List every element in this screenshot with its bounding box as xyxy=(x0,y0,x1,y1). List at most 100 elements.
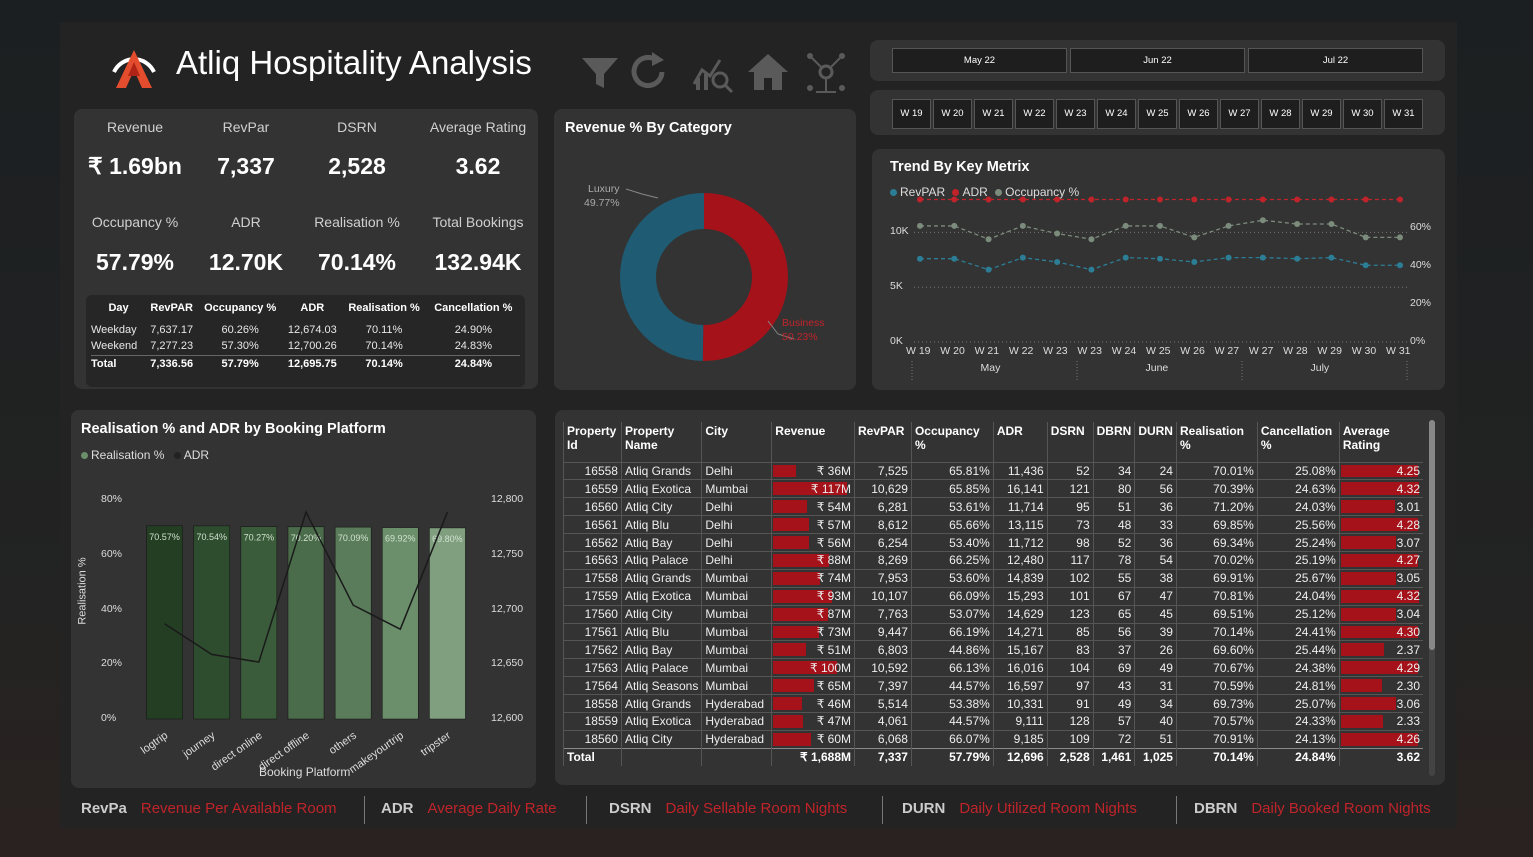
revpar-point[interactable] xyxy=(1397,262,1403,269)
home-icon[interactable] xyxy=(746,50,790,94)
bar-realisation[interactable] xyxy=(287,526,325,720)
adr-point[interactable] xyxy=(917,196,923,203)
table-row[interactable]: 16562 Atliq Bay Delhi ₹ 56M 6,254 53.40% 11,71… xyxy=(563,533,1423,552)
table-row[interactable]: 17564 Atliq Seasons Mumbai ₹ 65M 7,397 44.57%… xyxy=(563,676,1423,695)
adr-point[interactable] xyxy=(1191,196,1198,203)
occupancy-point[interactable] xyxy=(1259,217,1266,224)
table-row[interactable]: 17559 Atliq Exotica Mumbai ₹ 93M 10,107 66.09… xyxy=(563,586,1423,606)
adr-point[interactable] xyxy=(1328,196,1335,203)
donut-slice-luxury[interactable] xyxy=(620,193,704,361)
network-icon[interactable] xyxy=(804,50,848,94)
table-row[interactable]: 17562 Atliq Bay Mumbai ₹ 51M 6,803 44.86% 15,1… xyxy=(563,640,1423,659)
adr-point[interactable] xyxy=(1054,196,1061,203)
adr-point[interactable] xyxy=(1397,196,1403,203)
filter-icon[interactable] xyxy=(578,50,622,94)
week-button[interactable]: W 27 xyxy=(1220,99,1259,129)
revpar-point[interactable] xyxy=(917,255,923,262)
adr-point[interactable] xyxy=(985,196,992,203)
revpar-point[interactable] xyxy=(1259,254,1266,261)
column-header[interactable]: City xyxy=(701,422,772,462)
table-row[interactable]: 16561 Atliq Blu Delhi ₹ 57M 8,612 65.66% 13,11… xyxy=(563,515,1423,534)
bar-realisation[interactable] xyxy=(146,525,183,720)
table-row[interactable]: 18560 Atliq City Hyderabad ₹ 60M 6,068 66.07%… xyxy=(563,729,1423,749)
adr-point[interactable] xyxy=(1122,196,1129,203)
column-header[interactable]: DURN xyxy=(1134,422,1177,462)
adr-point[interactable] xyxy=(1362,196,1369,203)
adr-point[interactable] xyxy=(1157,196,1163,203)
week-button[interactable]: W 21 xyxy=(974,99,1013,129)
week-button[interactable]: W 25 xyxy=(1138,99,1177,129)
week-button[interactable]: W 19 xyxy=(892,99,931,129)
week-button[interactable]: W 20 xyxy=(933,99,972,129)
table-scrollbar-thumb[interactable] xyxy=(1429,420,1435,650)
table-row[interactable]: 16559 Atliq Exotica Mumbai ₹ 117M 10,629 65.8… xyxy=(563,479,1423,498)
analytics-icon[interactable] xyxy=(690,50,734,94)
revpar-point[interactable] xyxy=(985,266,992,273)
table-row[interactable]: 16563 Atliq Palace Delhi ₹ 88M 8,269 66.25% 12… xyxy=(563,550,1423,570)
revpar-point[interactable] xyxy=(1088,266,1095,273)
occupancy-point[interactable] xyxy=(917,222,923,229)
revpar-point[interactable] xyxy=(1328,254,1335,261)
occupancy-point[interactable] xyxy=(1362,234,1369,241)
adr-point[interactable] xyxy=(1225,196,1232,203)
table-row[interactable]: 17558 Atliq Grands Mumbai ₹ 74M 7,953 53.60% 1… xyxy=(563,568,1423,588)
revpar-point[interactable] xyxy=(1294,255,1301,262)
column-header[interactable]: DSRN xyxy=(1046,422,1094,462)
adr-point[interactable] xyxy=(1088,196,1095,203)
column-header[interactable]: Realisation % xyxy=(1175,422,1258,462)
adr-point[interactable] xyxy=(1294,196,1301,203)
revpar-point[interactable] xyxy=(1191,258,1198,265)
column-header[interactable]: Average Rating xyxy=(1338,422,1423,462)
column-header[interactable]: Occupancy % xyxy=(910,422,994,462)
week-button[interactable]: W 26 xyxy=(1179,99,1218,129)
week-button[interactable]: W 31 xyxy=(1384,99,1423,129)
occupancy-point[interactable] xyxy=(1088,236,1095,243)
column-header[interactable]: ADR xyxy=(992,422,1048,462)
occupancy-point[interactable] xyxy=(951,222,958,229)
table-scrollbar-track[interactable] xyxy=(1429,420,1435,776)
column-header[interactable]: Property Id xyxy=(563,422,622,462)
occupancy-point[interactable] xyxy=(1191,234,1198,241)
revpar-point[interactable] xyxy=(1019,254,1026,261)
table-row[interactable]: 17560 Atliq City Mumbai ₹ 87M 7,763 53.07% 14,… xyxy=(563,604,1423,624)
occupancy-point[interactable] xyxy=(1157,222,1163,229)
table-row[interactable]: 18558 Atliq Grands Hyderabad ₹ 46M 5,514 53.3… xyxy=(563,694,1423,713)
adr-point[interactable] xyxy=(1019,196,1026,203)
refresh-icon[interactable] xyxy=(626,50,670,94)
month-button[interactable]: May 22 xyxy=(892,48,1067,73)
week-button[interactable]: W 22 xyxy=(1015,99,1054,129)
table-row[interactable]: 18559 Atliq Exotica Hyderabad ₹ 47M 4,061 44.… xyxy=(563,711,1423,731)
occupancy-point[interactable] xyxy=(1019,222,1026,229)
table-row[interactable]: 17561 Atliq Blu Mumbai ₹ 73M 9,447 66.19% 14,2… xyxy=(563,622,1423,641)
column-header[interactable]: DBRN xyxy=(1092,422,1135,462)
table-row[interactable]: 16558 Atliq Grands Delhi ₹ 36M 7,525 65.81% 11… xyxy=(563,461,1423,480)
week-button[interactable]: W 30 xyxy=(1343,99,1382,129)
column-header[interactable]: Property Name xyxy=(620,422,702,462)
bar-realisation[interactable] xyxy=(429,527,466,720)
table-row[interactable]: 16560 Atliq City Delhi ₹ 54M 6,281 53.61% 11,7… xyxy=(563,497,1423,516)
adr-point[interactable] xyxy=(1259,196,1266,203)
donut-slice-business[interactable] xyxy=(702,193,788,361)
month-button[interactable]: Jul 22 xyxy=(1248,48,1423,73)
occupancy-point[interactable] xyxy=(1397,234,1403,241)
revpar-point[interactable] xyxy=(1122,254,1129,261)
column-header[interactable]: RevPAR xyxy=(854,422,912,462)
occupancy-point[interactable] xyxy=(985,236,992,243)
revpar-point[interactable] xyxy=(951,255,958,262)
column-header[interactable]: Cancellation % xyxy=(1256,422,1340,462)
month-button[interactable]: Jun 22 xyxy=(1070,48,1245,73)
revpar-point[interactable] xyxy=(1362,262,1369,269)
revpar-point[interactable] xyxy=(1225,254,1232,261)
week-button[interactable]: W 28 xyxy=(1261,99,1300,129)
occupancy-point[interactable] xyxy=(1328,221,1335,228)
bar-realisation[interactable] xyxy=(193,525,230,720)
occupancy-point[interactable] xyxy=(1225,222,1232,229)
week-button[interactable]: W 23 xyxy=(1056,99,1095,129)
bar-realisation[interactable] xyxy=(334,526,372,720)
adr-point[interactable] xyxy=(951,196,958,203)
revpar-point[interactable] xyxy=(1054,258,1061,265)
column-header[interactable]: Revenue xyxy=(771,422,855,462)
occupancy-point[interactable] xyxy=(1294,221,1301,228)
occupancy-point[interactable] xyxy=(1054,230,1061,237)
revpar-point[interactable] xyxy=(1157,255,1163,262)
